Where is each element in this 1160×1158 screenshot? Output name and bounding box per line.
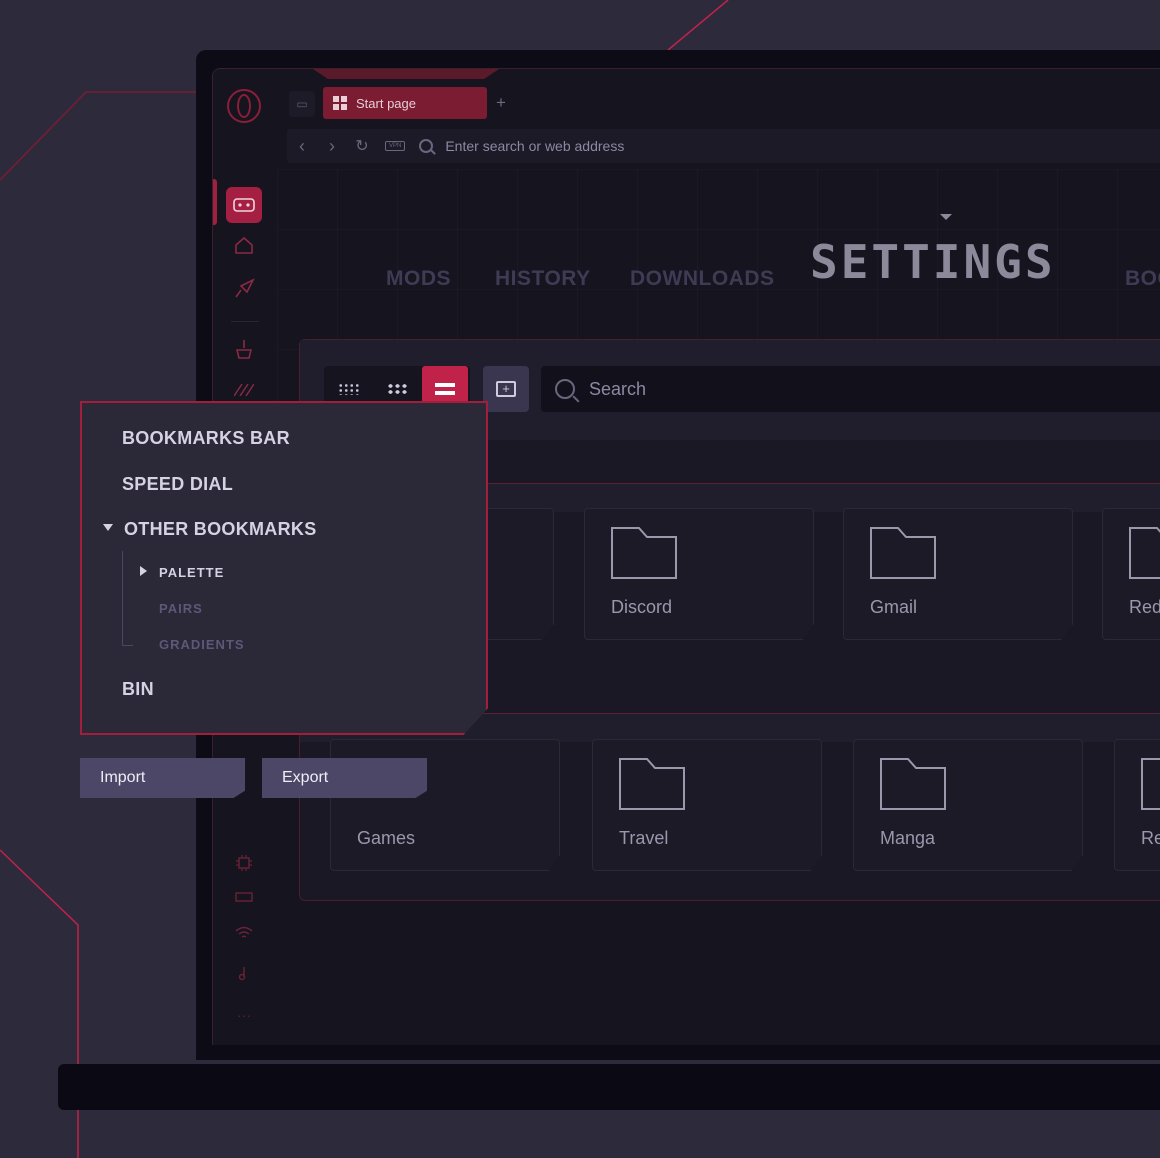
address-bar[interactable]: ‹ › ↻ VPN Enter search or web address	[287, 129, 1160, 163]
folder-card[interactable]: Travel	[592, 739, 822, 871]
nav-tab-settings[interactable]: SETTINGS	[810, 235, 1056, 289]
folder-label: Red	[1129, 597, 1160, 617]
music-icon[interactable]	[226, 955, 262, 991]
folder-icon	[1129, 527, 1160, 579]
sidebar-active-indicator	[213, 179, 217, 225]
more-icon[interactable]: ···	[226, 997, 262, 1033]
tab-title: Start page	[356, 95, 416, 111]
import-button[interactable]: Import	[80, 758, 245, 798]
folder-card[interactable]: Gmail	[843, 508, 1073, 640]
tab-start-page[interactable]: Start page	[323, 87, 487, 119]
sidebar-divider	[231, 321, 259, 322]
laptop-base	[58, 1064, 1160, 1110]
folder-icon	[1141, 758, 1160, 810]
folder-icon	[880, 758, 946, 810]
list-icon	[435, 383, 455, 395]
nav-tab-next[interactable]: BOO	[1125, 267, 1160, 291]
menu-item-other-bookmarks[interactable]: OTHER BOOKMARKS	[124, 519, 317, 540]
nav-tab-mods[interactable]: MODS	[386, 267, 451, 291]
chevron-down-icon	[940, 214, 952, 220]
new-tab-button[interactable]: +	[496, 93, 506, 113]
folder-icon	[619, 758, 685, 810]
new-folder-icon: +	[496, 381, 516, 397]
nav-tab-history[interactable]: HISTORY	[495, 267, 591, 291]
menu-subitem-pairs[interactable]: PAIRS	[159, 601, 203, 616]
new-folder-button[interactable]: +	[483, 366, 529, 412]
tab-overview-icon[interactable]: ▭	[289, 91, 315, 117]
bookmarks-search-field[interactable]: Search	[541, 366, 1160, 412]
address-input[interactable]: Enter search or web address	[445, 138, 624, 154]
large-grid-icon	[387, 383, 407, 395]
folder-label: Discord	[611, 597, 673, 617]
search-icon	[555, 379, 575, 399]
folder-label: Manga	[880, 828, 936, 848]
export-button[interactable]: Export	[262, 758, 427, 798]
forward-icon[interactable]: ›	[317, 136, 347, 157]
folder-card[interactable]: Red	[1102, 508, 1160, 640]
small-grid-icon	[338, 383, 360, 395]
menu-item-bookmarks-bar[interactable]: BOOKMARKS BAR	[122, 428, 290, 449]
opera-logo-icon[interactable]	[227, 89, 261, 123]
folder-card[interactable]: Re	[1114, 739, 1160, 871]
nav-tab-downloads[interactable]: DOWNLOADS	[630, 267, 775, 291]
broom-icon[interactable]	[226, 331, 262, 367]
tab-strip-accent	[313, 69, 499, 79]
gamepad-icon[interactable]	[226, 187, 262, 223]
reload-icon[interactable]: ↻	[347, 136, 377, 156]
folder-label: Re	[1141, 828, 1160, 848]
search-placeholder: Search	[589, 378, 647, 399]
wifi-icon[interactable]	[226, 915, 262, 951]
ram-icon[interactable]	[226, 879, 262, 915]
folder-icon	[870, 527, 936, 579]
folder-label: Games	[357, 828, 416, 848]
home-icon[interactable]	[226, 227, 262, 263]
vpn-badge[interactable]: VPN	[385, 141, 406, 151]
rocket-icon[interactable]	[226, 271, 262, 307]
caret-right-icon[interactable]	[140, 566, 147, 576]
bookmarks-tree-popup: BOOKMARKS BAR SPEED DIAL OTHER BOOKMARKS…	[80, 401, 488, 735]
menu-item-bin[interactable]: BIN	[122, 679, 154, 700]
speed-dial-icon	[333, 96, 347, 110]
folder-card[interactable]: Manga	[853, 739, 1083, 871]
menu-item-speed-dial[interactable]: SPEED DIAL	[122, 474, 233, 495]
search-icon	[419, 139, 434, 153]
folder-label: Travel	[619, 828, 669, 848]
caret-down-icon[interactable]	[103, 524, 113, 531]
folder-icon	[611, 527, 677, 579]
tree-connector	[122, 551, 133, 646]
menu-subitem-gradients[interactable]: GRADIENTS	[159, 637, 245, 652]
back-icon[interactable]: ‹	[287, 136, 317, 157]
chip-icon[interactable]	[226, 845, 262, 881]
folder-label: Gmail	[870, 597, 918, 617]
menu-subitem-palette[interactable]: PALETTE	[159, 565, 224, 580]
folder-card[interactable]: Discord	[584, 508, 814, 640]
